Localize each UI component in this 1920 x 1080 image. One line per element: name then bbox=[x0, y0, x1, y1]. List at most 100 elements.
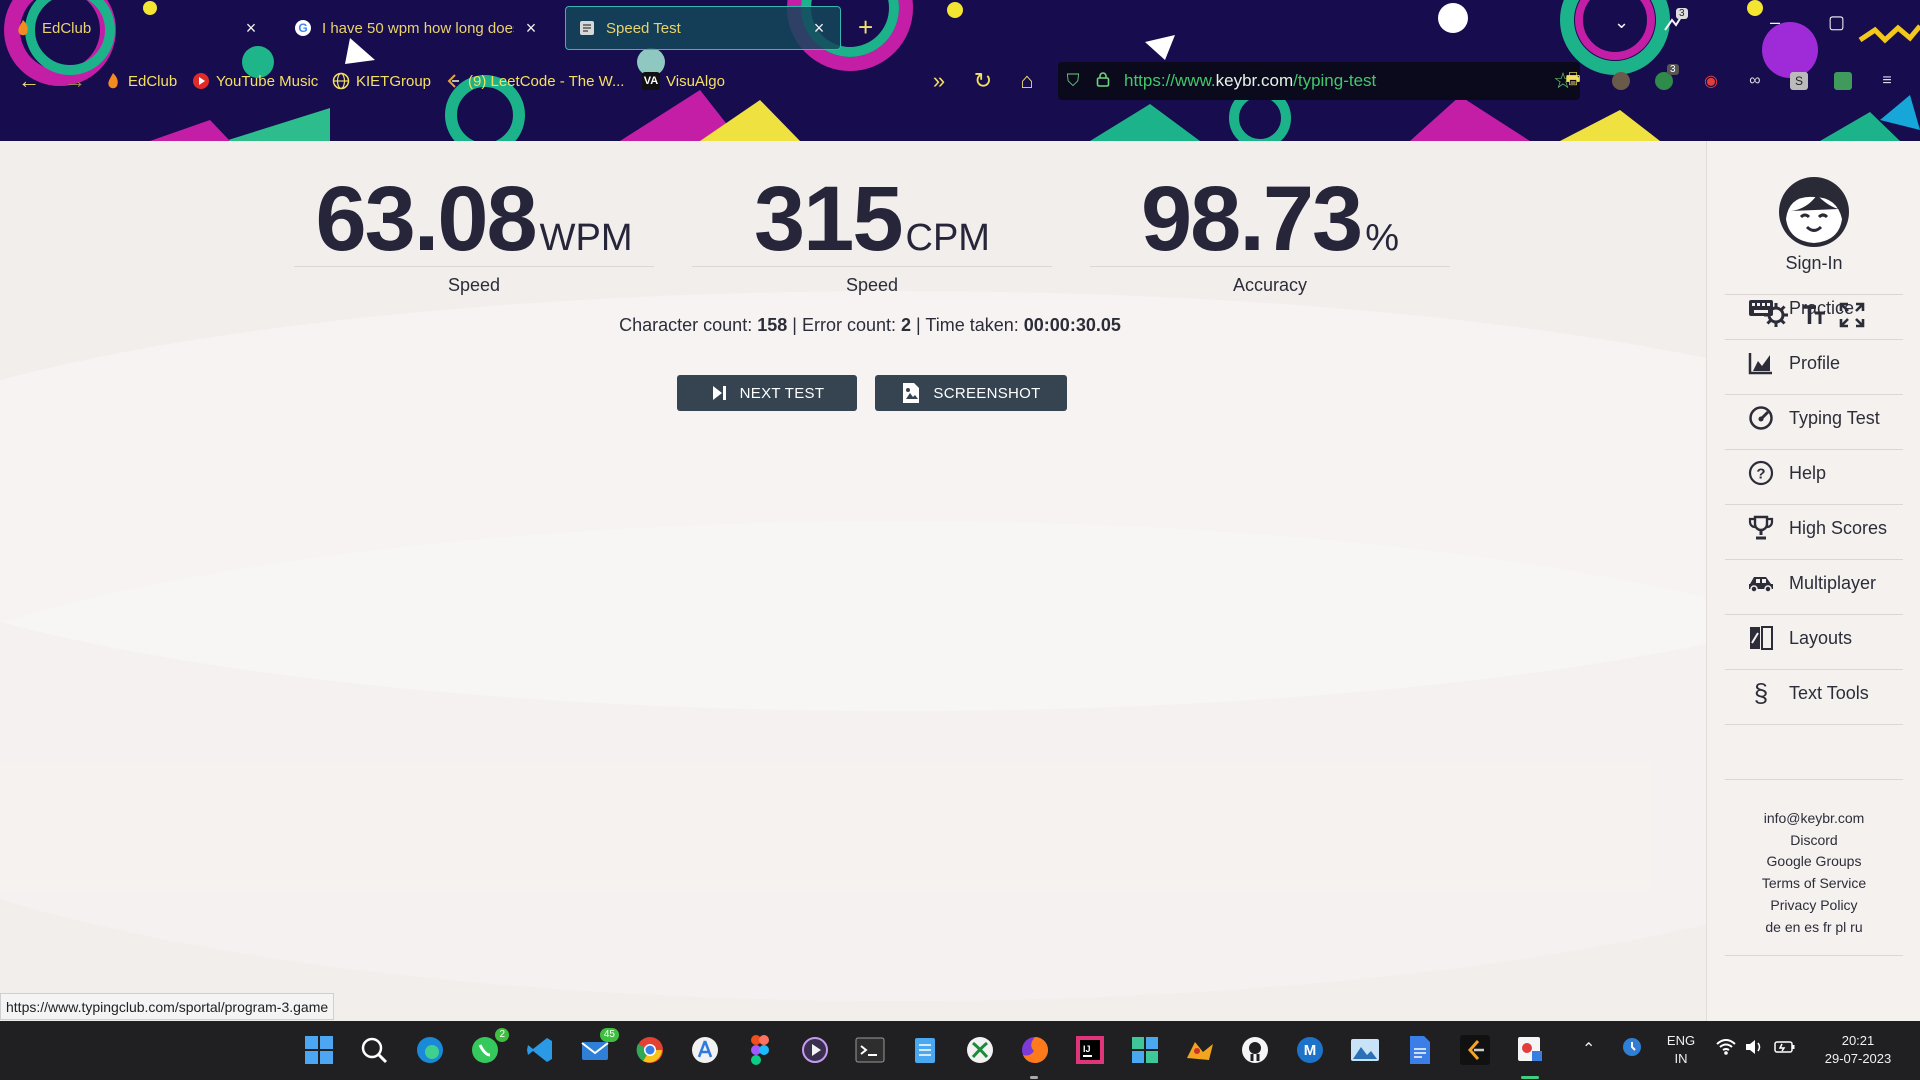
new-tab-plus-icon[interactable]: + bbox=[858, 12, 873, 43]
clock-app-icon[interactable] bbox=[1622, 1037, 1642, 1060]
tab-google-search[interactable]: G I have 50 wpm how long does i × bbox=[282, 6, 552, 50]
app-store-icon[interactable] bbox=[689, 1034, 721, 1066]
bookmark-edclub[interactable]: EdClub bbox=[104, 68, 177, 94]
bookmark-leetcode[interactable]: (9) LeetCode - The W... bbox=[444, 68, 624, 94]
tab-count-icon[interactable]: 3 bbox=[1662, 8, 1688, 39]
url-path: /typing-test bbox=[1293, 71, 1377, 90]
sidebar-item-profile[interactable]: Profile bbox=[1747, 348, 1840, 378]
tab-close-icon[interactable]: × bbox=[522, 18, 540, 39]
xbox-icon[interactable] bbox=[964, 1034, 996, 1066]
tray-overflow-chevron-icon[interactable]: ⌃ bbox=[1582, 1039, 1595, 1059]
terms-of-service-link[interactable]: Terms of Service bbox=[1707, 873, 1920, 895]
s-extension-icon[interactable]: S bbox=[1788, 70, 1810, 92]
bookmark-kietgroup[interactable]: KIETGroup bbox=[332, 68, 431, 94]
media-player-icon[interactable] bbox=[799, 1034, 831, 1066]
bookmark-visualgo[interactable]: VA VisuAlgo bbox=[642, 68, 725, 94]
hamburger-menu-icon[interactable]: ≡ bbox=[1876, 70, 1898, 92]
camera-icon[interactable]: ◉ bbox=[1700, 70, 1722, 92]
google-docs-icon[interactable] bbox=[1404, 1034, 1436, 1066]
tracking-shield-icon[interactable]: ⛉ bbox=[1058, 71, 1088, 91]
photos-icon[interactable] bbox=[1349, 1034, 1381, 1066]
forward-arrow-icon[interactable]: → bbox=[62, 68, 88, 94]
search-icon[interactable] bbox=[358, 1034, 390, 1066]
time-taken-value: 00:00:30.05 bbox=[1023, 315, 1121, 335]
screenshot-button[interactable]: SCREENSHOT bbox=[875, 375, 1067, 411]
bookmark-youtube-music[interactable]: YouTube Music bbox=[192, 68, 318, 94]
clock-datetime[interactable]: 20:21 29-07-2023 bbox=[1810, 1032, 1906, 1068]
sidebar-item-text-tools[interactable]: § Text Tools bbox=[1747, 678, 1869, 708]
next-test-button[interactable]: NEXT TEST bbox=[677, 375, 857, 411]
sidebar-item-high-scores[interactable]: High Scores bbox=[1747, 513, 1887, 543]
accuracy-value: 98.73 bbox=[1140, 168, 1363, 270]
wpm-value: 63.08 bbox=[315, 168, 537, 270]
sidebar-item-typing-test[interactable]: Typing Test bbox=[1747, 403, 1880, 433]
error-count-value: 2 bbox=[901, 315, 912, 335]
cpm-label: Speed bbox=[845, 275, 899, 295]
intellij-icon[interactable]: IJ bbox=[1074, 1034, 1106, 1066]
skip-next-icon bbox=[710, 384, 728, 402]
url-text[interactable]: https://www.keybr.com/typing-test bbox=[1124, 71, 1546, 91]
youtube-music-icon bbox=[192, 72, 210, 90]
language-indicator[interactable]: ENG IN bbox=[1664, 1032, 1698, 1068]
tab-list-chevron-icon[interactable]: ⌄ bbox=[1614, 12, 1629, 33]
glasses-icon[interactable]: ∞ bbox=[1744, 70, 1766, 92]
sidebar-item-practice[interactable]: Practice bbox=[1747, 293, 1854, 323]
tab-close-icon[interactable]: × bbox=[242, 18, 260, 39]
sidebar-item-help[interactable]: ? Help bbox=[1747, 458, 1826, 488]
back-arrow-icon[interactable]: ← bbox=[16, 68, 42, 94]
profile-extension-icon[interactable] bbox=[1610, 70, 1632, 92]
avatar-icon[interactable] bbox=[1777, 175, 1851, 249]
sidebar-item-label: Text Tools bbox=[1789, 682, 1869, 703]
notepad-icon[interactable] bbox=[909, 1034, 941, 1066]
m-app-icon[interactable]: M bbox=[1294, 1034, 1326, 1066]
battery-icon[interactable] bbox=[1774, 1040, 1796, 1057]
divider bbox=[1725, 559, 1903, 560]
tab-close-icon[interactable]: × bbox=[810, 18, 828, 39]
tab-speed-test[interactable]: Speed Test × bbox=[565, 6, 841, 50]
more-bookmarks-chevron-icon[interactable]: » bbox=[926, 68, 952, 94]
reload-icon[interactable]: ↻ bbox=[970, 68, 996, 94]
cpm-unit: CPM bbox=[905, 217, 990, 259]
code-app-icon[interactable] bbox=[1459, 1034, 1491, 1066]
divider bbox=[1725, 955, 1903, 956]
lock-icon[interactable] bbox=[1088, 71, 1118, 92]
firefox-icon[interactable] bbox=[1019, 1034, 1051, 1066]
email-link[interactable]: info@keybr.com bbox=[1707, 808, 1920, 830]
language-links[interactable]: de en es fr pl ru bbox=[1707, 917, 1920, 939]
sidebar-item-label: Typing Test bbox=[1789, 407, 1880, 428]
vscode-icon[interactable] bbox=[524, 1034, 556, 1066]
mail-icon[interactable]: 45 bbox=[579, 1028, 619, 1066]
privacy-policy-link[interactable]: Privacy Policy bbox=[1707, 895, 1920, 917]
bookmark-label: EdClub bbox=[128, 72, 178, 90]
chrome-icon[interactable] bbox=[634, 1034, 666, 1066]
printer-icon[interactable]: 🖶 bbox=[1562, 70, 1584, 92]
edge-browser-icon[interactable] bbox=[414, 1034, 446, 1066]
maximize-icon[interactable]: ▢ bbox=[1828, 12, 1845, 33]
tab-edclub[interactable]: EdClub × bbox=[2, 6, 272, 50]
minimize-icon[interactable]: – bbox=[1770, 12, 1780, 33]
game-app-icon[interactable] bbox=[1184, 1034, 1216, 1066]
snipping-tool-icon[interactable] bbox=[1514, 1034, 1546, 1066]
sidebar-item-layouts[interactable]: Layouts bbox=[1747, 623, 1852, 653]
extension-shield-icon[interactable]: 3 bbox=[1653, 64, 1679, 92]
sign-in-link[interactable]: Sign-In bbox=[1707, 253, 1920, 274]
sidebar-item-multiplayer[interactable]: Multiplayer bbox=[1747, 568, 1876, 598]
discord-link[interactable]: Discord bbox=[1707, 830, 1920, 852]
address-bar[interactable]: ⛉ https://www.keybr.com/typing-test ☆ bbox=[1058, 62, 1580, 100]
terminal-icon[interactable] bbox=[854, 1034, 886, 1066]
widgets-app-icon[interactable] bbox=[1129, 1034, 1161, 1066]
home-icon[interactable]: ⌂ bbox=[1014, 68, 1040, 94]
green-extension-icon[interactable] bbox=[1832, 70, 1854, 92]
google-groups-link[interactable]: Google Groups bbox=[1707, 851, 1920, 873]
svg-text:?: ? bbox=[1756, 466, 1765, 483]
nav-toolbar: ← → EdClub YouTube Music KIETGroup (9) L… bbox=[0, 58, 1920, 104]
wifi-icon[interactable] bbox=[1716, 1039, 1736, 1058]
tab-title: EdClub bbox=[42, 19, 92, 37]
next-test-label: NEXT TEST bbox=[739, 384, 825, 402]
windows-start-icon[interactable] bbox=[303, 1034, 335, 1066]
url-prefix: https://www. bbox=[1124, 71, 1216, 90]
github-icon[interactable] bbox=[1239, 1034, 1271, 1066]
whatsapp-icon[interactable]: 2 bbox=[469, 1028, 509, 1066]
figma-icon[interactable] bbox=[744, 1034, 776, 1066]
volume-icon[interactable] bbox=[1744, 1039, 1764, 1058]
